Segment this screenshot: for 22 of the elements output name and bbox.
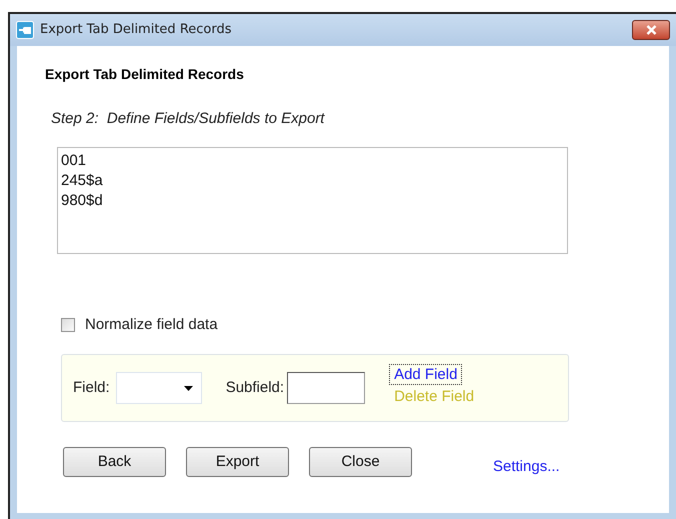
dialog-button[interactable]: Export bbox=[186, 447, 289, 478]
dropdown-caret-icon bbox=[184, 386, 193, 390]
field-label: Field: bbox=[73, 378, 110, 398]
field-list[interactable]: 001 245$a 980$d bbox=[57, 146, 568, 254]
subfield-input[interactable] bbox=[287, 372, 366, 404]
checkbox-label: Normalize field data bbox=[85, 314, 218, 334]
field-list-item[interactable]: 001 bbox=[61, 150, 86, 170]
field-list-item[interactable]: 980$d bbox=[61, 190, 103, 210]
window-title: Export Tab Delimited Records bbox=[40, 21, 232, 40]
field-dropdown[interactable] bbox=[116, 372, 202, 404]
window-app-icon bbox=[16, 21, 34, 39]
dialog-heading: Export Tab Delimited Records bbox=[45, 65, 245, 84]
normalize-checkbox[interactable] bbox=[61, 318, 75, 332]
subfield-label: Subfield: bbox=[226, 378, 284, 398]
dialog-button[interactable]: Back bbox=[63, 447, 166, 478]
step-caption: Step 2: Define Fields/Subfields to Export bbox=[51, 109, 326, 129]
field-action-link[interactable]: Add Field bbox=[389, 364, 462, 385]
close-button[interactable] bbox=[632, 20, 670, 40]
dialog-button[interactable]: Close bbox=[309, 447, 412, 478]
field-list-item[interactable]: 245$a bbox=[61, 170, 103, 190]
close-icon bbox=[646, 25, 656, 35]
settings-link[interactable]: Settings... bbox=[493, 456, 560, 478]
